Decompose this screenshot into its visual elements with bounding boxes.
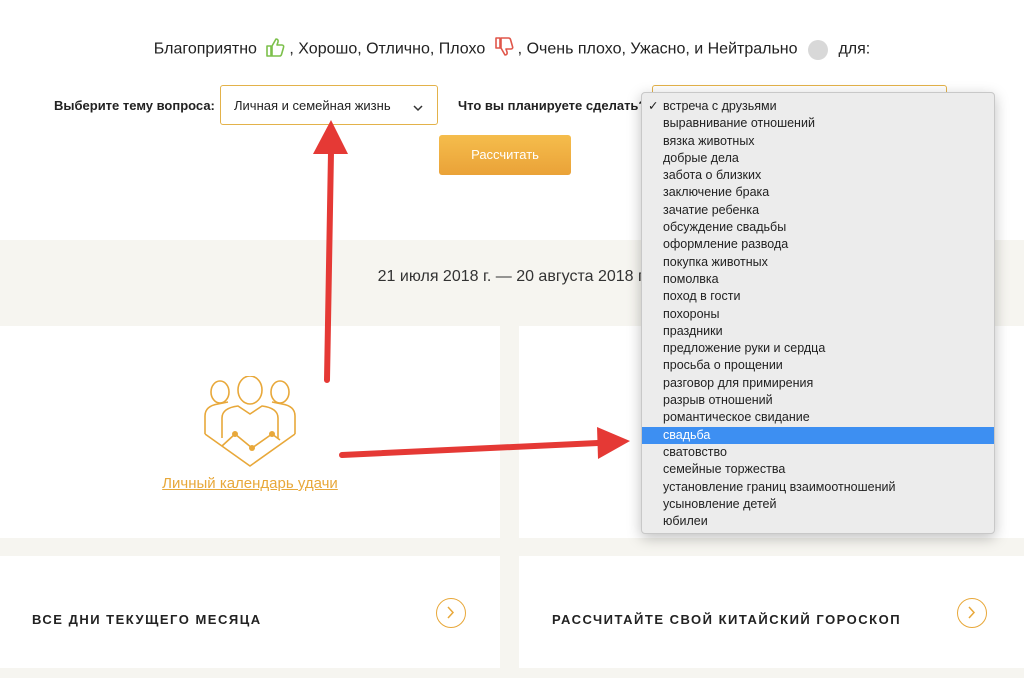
dropdown-option-label: романтическое свидание xyxy=(663,410,810,425)
legend-suffix: для: xyxy=(838,40,871,58)
thumbs-up-icon xyxy=(264,36,286,63)
dropdown-option-label: заключение брака xyxy=(663,185,770,200)
checkmark-icon: ✓ xyxy=(648,99,659,113)
dropdown-option[interactable]: обсуждение свадьбы xyxy=(642,219,994,236)
legend-rest-positive: , Хорошо, Отлично, Плохо xyxy=(289,40,486,58)
dropdown-option-label: обсуждение свадьбы xyxy=(663,220,787,235)
topic-label: Выберите тему вопроса: xyxy=(54,98,215,113)
plan-dropdown-list[interactable]: ✓ встреча с друзьями выравнивание отношени… xyxy=(641,92,995,534)
chinese-horoscope-card[interactable]: РАССЧИТАЙТЕ СВОЙ КИТАЙСКИЙ ГОРОСКОП xyxy=(519,556,1024,668)
dropdown-option[interactable]: добрые дела xyxy=(642,150,994,167)
dropdown-option[interactable]: установление границ взаимоотношений xyxy=(642,479,994,496)
neutral-circle-icon xyxy=(807,39,828,60)
dropdown-option[interactable]: ✓ встреча с друзьями xyxy=(642,98,994,115)
dropdown-option[interactable]: забота о близких xyxy=(642,167,994,184)
dropdown-option[interactable]: разговор для примирения xyxy=(642,375,994,392)
chevron-right-icon[interactable] xyxy=(957,598,987,628)
dropdown-option-label: свадьба xyxy=(663,427,711,442)
month-days-card[interactable]: ВСЕ ДНИ ТЕКУЩЕГО МЕСЯЦА xyxy=(0,556,500,668)
legend-rest-negative: , Очень плохо, Ужасно, и Нейтрально xyxy=(517,40,798,58)
topic-select[interactable]: Личная и семейная жизнь xyxy=(220,85,438,125)
dropdown-option[interactable]: вязка животных xyxy=(642,133,994,150)
dropdown-option[interactable]: выравнивание отношений xyxy=(642,115,994,132)
personal-calendar-link[interactable]: Личный календарь удачи xyxy=(0,475,500,492)
dropdown-option-label: предложение руки и сердца xyxy=(663,341,826,356)
rating-legend: Благоприятно , Хорошо, Отлично, Плохо , … xyxy=(0,36,1024,63)
chevron-right-icon[interactable] xyxy=(436,598,466,628)
dropdown-option-label: разговор для примирения xyxy=(663,375,814,390)
dropdown-option[interactable]: сватовство xyxy=(642,444,994,461)
thumbs-down-icon xyxy=(493,36,515,63)
month-days-title: ВСЕ ДНИ ТЕКУЩЕГО МЕСЯЦА xyxy=(32,612,262,627)
dropdown-option[interactable]: праздники xyxy=(642,323,994,340)
dropdown-option-label: юбилеи xyxy=(663,514,708,529)
dropdown-option[interactable]: разрыв отношений xyxy=(642,392,994,409)
topic-select-value: Личная и семейная жизнь xyxy=(234,98,391,113)
dropdown-option-label: вязка животных xyxy=(663,133,755,148)
dropdown-option-label: просьба о прощении xyxy=(663,358,783,373)
people-chart-icon xyxy=(200,375,300,476)
dropdown-option-label: встреча с друзьями xyxy=(663,99,777,113)
dropdown-option-label: сватовство xyxy=(663,444,727,459)
legend-favorable: Благоприятно xyxy=(153,40,257,58)
dropdown-option[interactable]: просьба о прощении xyxy=(642,357,994,374)
personal-calendar-card xyxy=(0,326,500,538)
dropdown-option[interactable]: зачатие ребенка xyxy=(642,202,994,219)
dropdown-option-label: семейные торжества xyxy=(663,462,786,477)
dropdown-option[interactable]: помолвка xyxy=(642,271,994,288)
dropdown-option-label: помолвка xyxy=(663,271,719,286)
plan-label: Что вы планируете сделать? xyxy=(458,98,647,113)
dropdown-option[interactable]: романтическое свидание xyxy=(642,409,994,426)
dropdown-option-label: поход в гости xyxy=(663,289,741,304)
dropdown-option[interactable]: усыновление детей xyxy=(642,496,994,513)
dropdown-option-label: забота о близких xyxy=(663,168,762,183)
dropdown-option-label: выравнивание отношений xyxy=(663,116,815,131)
dropdown-option-label: зачатие ребенка xyxy=(663,202,760,217)
chevron-down-icon xyxy=(413,100,423,115)
dropdown-option-label: добрые дела xyxy=(663,150,739,165)
dropdown-option-label: покупка животных xyxy=(663,254,768,269)
dropdown-option[interactable]: покупка животных xyxy=(642,254,994,271)
dropdown-option-label: оформление развода xyxy=(663,237,789,252)
dropdown-option[interactable]: заключение брака xyxy=(642,184,994,201)
dropdown-option-label: похороны xyxy=(663,306,720,321)
dropdown-option-label: разрыв отношений xyxy=(663,393,773,408)
dropdown-option[interactable]: оформление развода xyxy=(642,236,994,253)
dropdown-option[interactable]: юбилеи xyxy=(642,513,994,530)
dropdown-option[interactable]: похороны xyxy=(642,306,994,323)
calculate-button[interactable]: Рассчитать xyxy=(439,135,571,175)
dropdown-option[interactable]: свадьба xyxy=(642,426,994,444)
dropdown-option-label: усыновление детей xyxy=(663,496,777,511)
dropdown-option-label: праздники xyxy=(663,323,723,338)
chinese-horoscope-title: РАССЧИТАЙТЕ СВОЙ КИТАЙСКИЙ ГОРОСКОП xyxy=(552,612,902,627)
dropdown-option[interactable]: семейные торжества xyxy=(642,461,994,478)
dropdown-option[interactable]: предложение руки и сердца xyxy=(642,340,994,357)
dropdown-option-label: установление границ взаимоотношений xyxy=(663,479,896,494)
dropdown-option[interactable]: поход в гости xyxy=(642,288,994,305)
